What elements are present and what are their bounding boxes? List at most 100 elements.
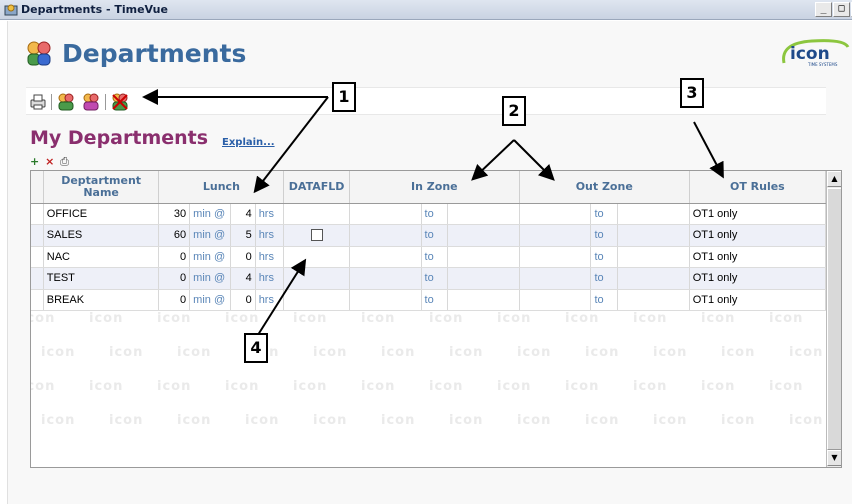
table-row[interactable]: TEST 0 min @4 hrs to to OT1 only [31,267,827,290]
ot-rules-cell[interactable]: OT1 only [689,246,827,268]
in-zone-end-cell[interactable] [447,267,520,290]
add-row-icon[interactable]: + [30,155,39,168]
watermark-logo-text: icon [157,379,192,394]
table-row[interactable]: SALES 60 min @5 hrs to to OT1 only [31,224,827,247]
scroll-thumb[interactable] [827,188,841,450]
lunch-minutes-cell[interactable]: 0 [158,267,191,290]
ot-rules-cell[interactable]: OT1 only [689,203,827,225]
in-zone-start-cell[interactable] [349,267,422,290]
watermark-logo-text: icon [517,413,552,428]
app-icon [4,4,18,16]
out-zone-end-cell[interactable] [617,267,690,290]
table-row[interactable]: BREAK 0 min @0 hrs to to OT1 only [31,289,827,311]
lunch-minutes-cell[interactable]: 0 [158,246,191,268]
departments-grid: icon icon icon icon icon icon icon icon icon icon… [30,170,842,468]
edit-department-icon[interactable] [81,92,101,112]
in-zone-to-label: to [421,224,449,247]
table-row[interactable]: NAC 0 min @0 hrs to to OT1 only [31,246,827,268]
row-actions: + × ⎙ [30,155,71,169]
out-zone-start-cell[interactable] [519,203,592,225]
lunch-hrs-label: hrs [255,203,285,225]
lunch-hours-cell[interactable]: 0 [230,289,256,311]
scroll-down-button[interactable]: ▼ [827,450,841,466]
ot-rules-cell[interactable]: OT1 only [689,267,827,290]
in-zone-end-cell[interactable] [447,224,520,247]
minimize-button[interactable]: _ [815,2,832,17]
dept-name-cell[interactable]: BREAK [43,289,160,311]
datafld-cell[interactable] [283,203,350,225]
in-zone-start-cell[interactable] [349,289,422,311]
lunch-minutes-cell[interactable]: 0 [158,289,191,311]
watermark-logo-text: icon [429,311,464,326]
out-zone-start-cell[interactable] [519,246,592,268]
watermark-logo-text: icon [653,345,688,360]
out-zone-end-cell[interactable] [617,289,690,311]
in-zone-end-cell[interactable] [447,246,520,268]
dept-name-cell[interactable]: SALES [43,224,160,247]
delete-department-icon[interactable] [110,92,130,112]
in-zone-end-cell[interactable] [447,289,520,311]
datafld-cell[interactable] [283,267,350,290]
scroll-up-button[interactable]: ▲ [827,171,841,187]
remove-row-icon[interactable]: × [45,155,54,168]
watermark-logo-text: icon [89,311,124,326]
column-header-name[interactable]: Deptartment Name [43,171,160,204]
in-zone-end-cell[interactable] [447,203,520,225]
callout-4: 4 [244,333,268,363]
lunch-hours-cell[interactable]: 4 [230,267,256,290]
explain-link[interactable]: Explain... [222,137,275,148]
column-header-lunch[interactable]: Lunch [158,171,285,204]
watermark-logo-text: icon [157,311,192,326]
vertical-scrollbar[interactable]: ▲ ▼ [826,171,841,467]
in-zone-start-cell[interactable] [349,203,422,225]
column-header-out-zone[interactable]: Out Zone [519,171,690,204]
datafld-cell[interactable] [283,246,350,268]
out-zone-start-cell[interactable] [519,289,592,311]
lunch-minutes-cell[interactable]: 60 [158,224,191,247]
print-icon[interactable] [28,92,48,112]
departments-table: Deptartment Name Lunch DATAFLD In Zone O… [31,171,827,311]
out-zone-to-label: to [590,289,619,311]
watermark-background: icon icon icon icon icon icon icon icon icon icon… [31,311,826,467]
lunch-hours-cell[interactable]: 0 [230,246,256,268]
in-zone-start-cell[interactable] [349,224,422,247]
out-zone-end-cell[interactable] [617,224,690,247]
dept-name-cell[interactable]: TEST [43,267,160,290]
lunch-hours-cell[interactable]: 5 [230,224,256,247]
column-header-in-zone[interactable]: In Zone [349,171,520,204]
out-zone-start-cell[interactable] [519,267,592,290]
toolbar [26,87,826,115]
print-small-icon[interactable]: ⎙ [60,155,69,168]
lunch-minutes-cell[interactable]: 30 [158,203,191,225]
out-zone-end-cell[interactable] [617,246,690,268]
datafld-cell[interactable] [283,224,350,247]
watermark-logo-text: icon [225,379,260,394]
in-zone-start-cell[interactable] [349,246,422,268]
watermark-logo-text: icon [361,379,396,394]
watermark-logo-text: icon [449,345,484,360]
datafld-checkbox[interactable] [310,229,323,242]
datafld-cell[interactable] [283,289,350,311]
out-zone-start-cell[interactable] [519,224,592,247]
out-zone-end-cell[interactable] [617,203,690,225]
dept-name-cell[interactable]: NAC [43,246,160,268]
add-department-icon[interactable] [56,92,76,112]
lunch-hours-cell[interactable]: 4 [230,203,256,225]
watermark-logo-text: icon [565,311,600,326]
maximize-button[interactable]: □ [833,2,850,17]
column-header-datafld[interactable]: DATAFLD [283,171,350,204]
lunch-min-label: min @ [189,267,232,290]
toolbar-separator [51,94,52,110]
out-zone-to-label: to [590,246,619,268]
callout-2: 2 [502,96,526,126]
table-row[interactable]: OFFICE 30 min @4 hrs to to OT1 only [31,203,827,225]
table-header-row: Deptartment Name Lunch DATAFLD In Zone O… [31,171,827,204]
ot-rules-cell[interactable]: OT1 only [689,289,827,311]
callout-1: 1 [332,82,356,112]
window-titlebar: Departments - TimeVue _ □ × [0,0,852,20]
watermark-logo-text: icon [633,311,668,326]
watermark-logo-text: icon [497,311,532,326]
column-header-ot-rules[interactable]: OT Rules [689,171,827,204]
dept-name-cell[interactable]: OFFICE [43,203,160,225]
ot-rules-cell[interactable]: OT1 only [689,224,827,247]
